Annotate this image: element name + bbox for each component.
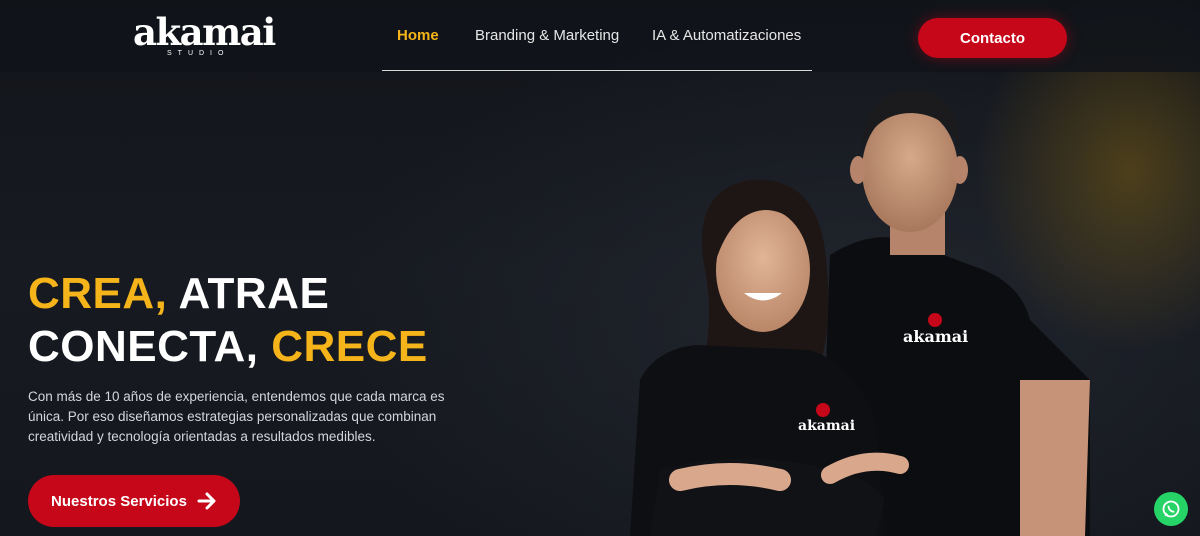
nav-item-home[interactable]: Home xyxy=(397,27,439,44)
headline-word-atrae: ATRAE xyxy=(178,269,330,318)
nav-item-branding-marketing[interactable]: Branding & Marketing xyxy=(475,27,619,44)
headline-word-crece: CRECE xyxy=(271,322,428,371)
contact-button[interactable]: Contacto xyxy=(918,18,1067,58)
nav-item-ia-automatizaciones[interactable]: IA & Automatizaciones xyxy=(652,27,801,44)
man-shirt-logo: akamai xyxy=(903,327,968,346)
services-button[interactable]: Nuestros Servicios xyxy=(28,475,240,527)
logo-wordmark: akamai xyxy=(133,10,276,54)
arrow-right-icon xyxy=(197,492,216,510)
akamai-studio-logo[interactable]: akamai STUDIO xyxy=(133,4,278,62)
headline-word-conecta: CONECTA, xyxy=(28,322,259,371)
woman-shirt-logo: akamai xyxy=(798,418,855,434)
main-nav: Home Branding & Marketing IA & Automatiz… xyxy=(382,0,812,71)
whatsapp-icon xyxy=(1162,500,1180,518)
hero-description: Con más de 10 años de experiencia, enten… xyxy=(28,389,445,444)
hero-headline-line-1: CREA, ATRAE xyxy=(28,272,329,316)
hero-team-photo: akamai akamai xyxy=(630,89,1090,536)
whatsapp-button[interactable] xyxy=(1154,492,1188,526)
logo-subtitle: STUDIO xyxy=(167,50,230,57)
headline-word-crea: CREA, xyxy=(28,269,168,318)
services-button-label: Nuestros Servicios xyxy=(51,492,187,510)
hero-headline-line-2: CONECTA, CRECE xyxy=(28,325,428,369)
site-header: akamai STUDIO Home Branding & Marketing … xyxy=(0,0,1200,72)
